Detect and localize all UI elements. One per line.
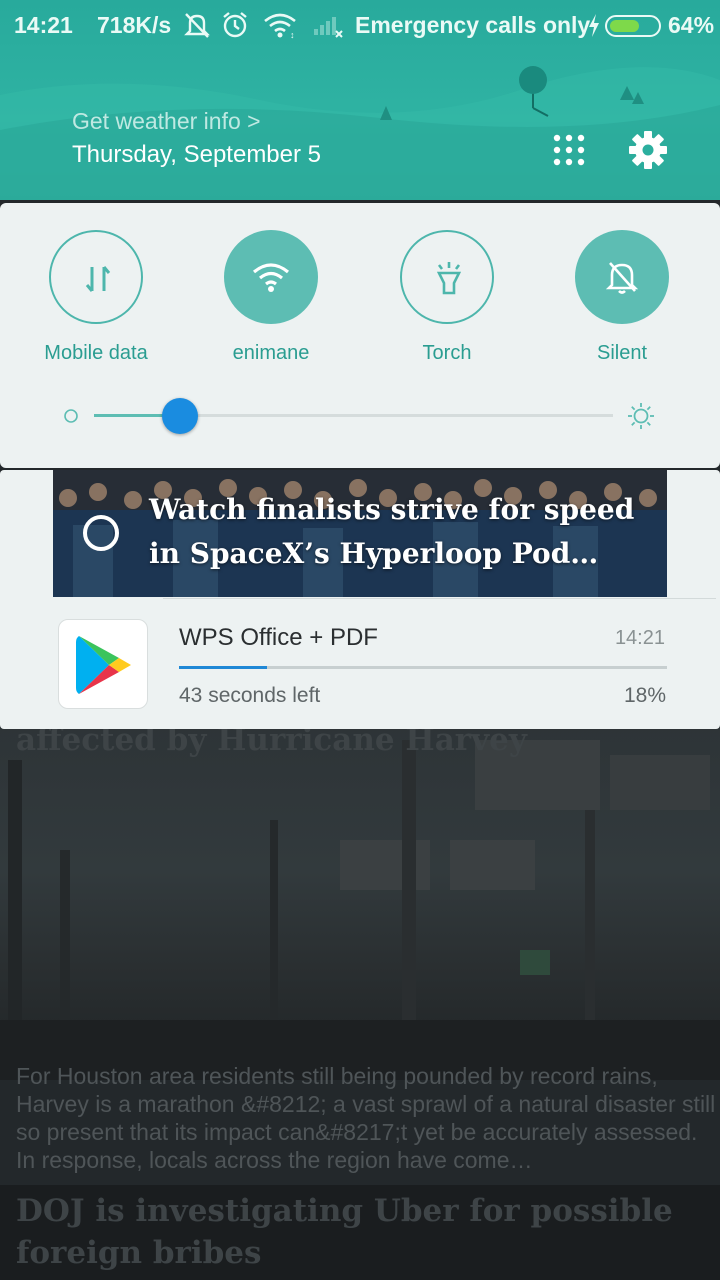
- svg-text:↕: ↕: [290, 30, 295, 39]
- bg-headline-2[interactable]: DOJ is investigating Uber for possible f…: [16, 1190, 716, 1274]
- date-label: Thursday, September 5: [72, 141, 322, 168]
- download-notification[interactable]: WPS Office + PDF 14:21 43 seconds left 1…: [0, 600, 720, 729]
- status-carrier: Emergency calls only: [355, 12, 591, 38]
- wifi-icon: [252, 263, 290, 292]
- bg-article-snippet: For Houston area residents still being p…: [16, 1063, 716, 1173]
- status-network-speed: 718K/s: [97, 12, 172, 38]
- download-progress-bar: [179, 666, 667, 669]
- toggle-label: Silent: [596, 342, 648, 364]
- brightness-handle[interactable]: [161, 398, 198, 434]
- status-battery-percent: 64%: [668, 12, 715, 38]
- download-percent: 18%: [623, 684, 666, 707]
- download-timestamp: 14:21: [614, 627, 665, 649]
- brightness-low-icon: [64, 409, 78, 423]
- torch-icon: [436, 262, 462, 295]
- brightness-high-icon: [628, 403, 654, 429]
- toggle-silent[interactable]: Silent: [562, 230, 682, 370]
- toggle-mobile-data[interactable]: Mobile data: [36, 230, 156, 370]
- status-bar: 14:21 718K/s ↕ Emergency calls only 64%: [0, 0, 720, 52]
- brightness-slider[interactable]: [60, 393, 670, 437]
- download-time-remaining: 43 seconds left: [179, 684, 321, 707]
- silent-bell-icon: [605, 262, 639, 294]
- battery-icon: [605, 15, 661, 37]
- news-headline: Watch finalists strive for speed in Spac…: [149, 493, 635, 570]
- download-title: WPS Office + PDF: [179, 624, 378, 651]
- google-play-icon: [58, 619, 148, 709]
- toggle-circle: [575, 230, 669, 324]
- news-notification[interactable]: Watch finalists strive for speed in Spac…: [53, 470, 667, 597]
- notification-divider: [163, 598, 716, 599]
- settings-gear-icon[interactable]: [626, 128, 670, 172]
- toggle-torch[interactable]: Torch: [387, 230, 507, 370]
- toggle-label: Mobile data: [44, 342, 148, 364]
- charging-bolt-icon: [589, 14, 599, 37]
- toggle-circle: [49, 230, 143, 324]
- alarm-icon: [223, 12, 247, 38]
- weather-info-link[interactable]: Get weather info >: [72, 108, 261, 135]
- grid-apps-icon[interactable]: [549, 130, 589, 170]
- silent-bell-icon: [184, 13, 210, 38]
- quick-settings-panel: Mobile data enimane Torch Silent: [0, 203, 720, 468]
- toggle-circle: [224, 230, 318, 324]
- notification-shade-header: 14:21 718K/s ↕ Emergency calls only 64% …: [0, 0, 720, 200]
- status-time: 14:21: [14, 12, 73, 38]
- news-app-ring-icon: [83, 515, 119, 551]
- toggle-label: Torch: [422, 342, 472, 364]
- toggle-wifi[interactable]: enimane: [211, 230, 331, 370]
- wifi-icon: ↕: [264, 13, 296, 39]
- notification-list: Watch finalists strive for speed in Spac…: [0, 470, 720, 729]
- signal-none-icon: [314, 17, 343, 38]
- toggle-circle: [400, 230, 494, 324]
- toggle-label: enimane: [232, 342, 310, 364]
- mobile-data-icon: [85, 266, 111, 292]
